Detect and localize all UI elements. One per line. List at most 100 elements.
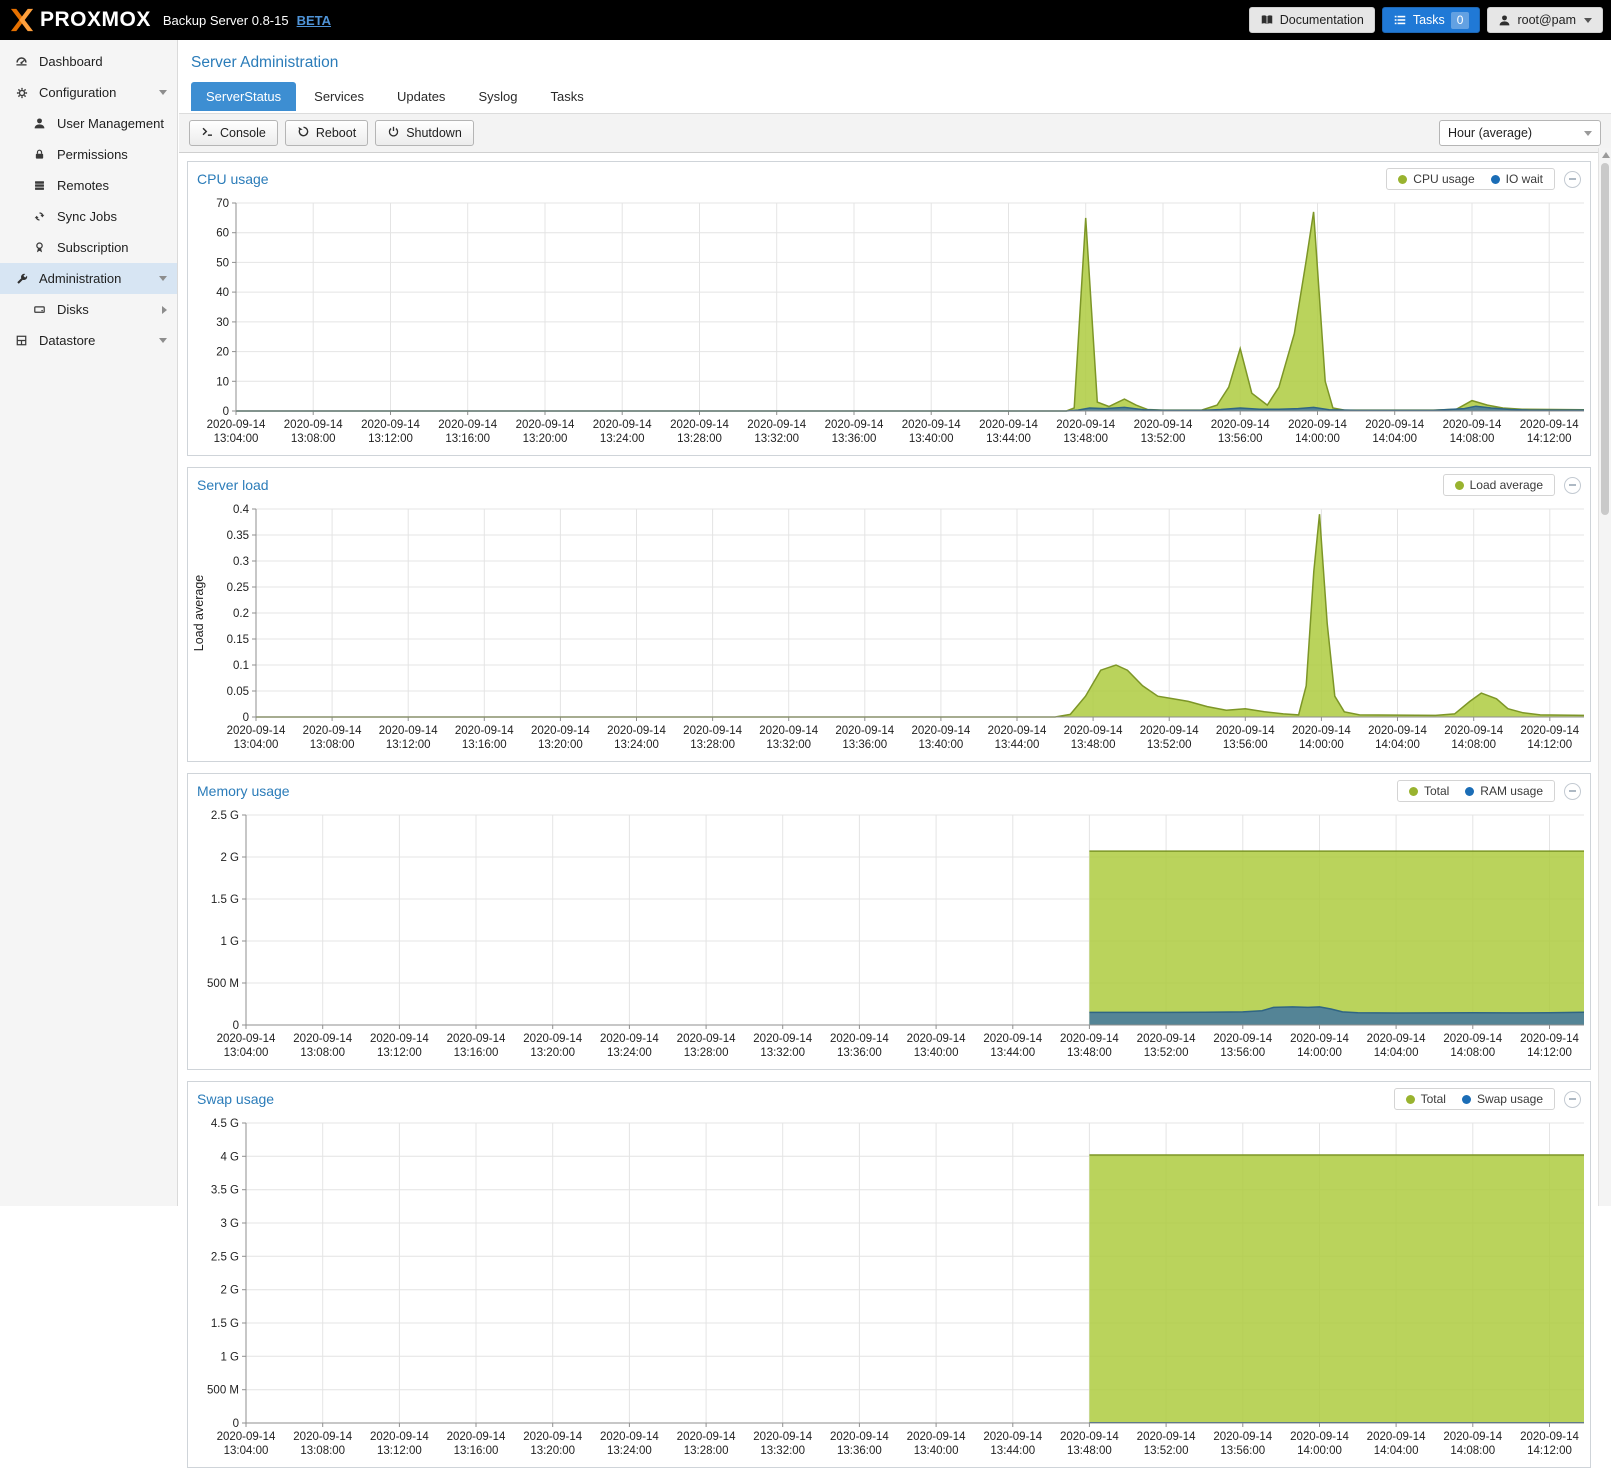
documentation-button[interactable]: Documentation xyxy=(1249,7,1375,33)
svg-text:13:24:00: 13:24:00 xyxy=(607,1047,652,1059)
svg-text:2020-09-14: 2020-09-14 xyxy=(207,419,266,431)
svg-text:13:32:00: 13:32:00 xyxy=(760,1047,805,1059)
sidebar-item-subscription[interactable]: Subscription xyxy=(0,232,177,263)
svg-text:13:08:00: 13:08:00 xyxy=(300,1445,345,1457)
svg-text:2020-09-14: 2020-09-14 xyxy=(1290,1431,1349,1443)
task-list-icon xyxy=(1393,13,1407,27)
svg-text:2020-09-14: 2020-09-14 xyxy=(1134,419,1193,431)
svg-text:13:48:00: 13:48:00 xyxy=(1067,1047,1112,1059)
tasks-button[interactable]: Tasks 0 xyxy=(1382,7,1481,33)
svg-text:13:28:00: 13:28:00 xyxy=(684,1445,729,1457)
svg-text:13:24:00: 13:24:00 xyxy=(607,1445,652,1457)
svg-text:0.4: 0.4 xyxy=(233,504,250,516)
sidebar-item-disks[interactable]: Disks xyxy=(0,294,177,325)
scrollbar[interactable] xyxy=(1598,148,1611,1206)
tab-services[interactable]: Services xyxy=(299,82,379,111)
scrollbar-thumb[interactable] xyxy=(1601,163,1609,515)
panel-header: CPU usage CPU usage IO wait xyxy=(188,162,1590,195)
svg-text:2020-09-14: 2020-09-14 xyxy=(677,1431,736,1443)
svg-text:13:20:00: 13:20:00 xyxy=(538,739,583,751)
beta-link[interactable]: BETA xyxy=(297,13,331,28)
scroll-up-arrow-icon[interactable] xyxy=(1602,152,1610,158)
svg-text:2020-09-14: 2020-09-14 xyxy=(1211,419,1270,431)
svg-text:13:52:00: 13:52:00 xyxy=(1147,739,1192,751)
panel-title: Memory usage xyxy=(197,783,1397,799)
legend-item-total[interactable]: Total xyxy=(1406,1092,1446,1106)
legend-item-cpu-usage[interactable]: CPU usage xyxy=(1398,172,1474,186)
svg-text:13:44:00: 13:44:00 xyxy=(995,739,1040,751)
timeframe-select[interactable]: Hour (average) xyxy=(1439,120,1601,146)
user-menu-button[interactable]: root@pam xyxy=(1487,7,1603,33)
chart-legend: Total RAM usage xyxy=(1397,780,1555,802)
svg-text:2020-09-14: 2020-09-14 xyxy=(370,1033,429,1045)
svg-text:3.5 G: 3.5 G xyxy=(211,1185,239,1197)
legend-label: CPU usage xyxy=(1413,172,1474,186)
svg-text:13:36:00: 13:36:00 xyxy=(832,433,877,445)
collapse-panel-button[interactable] xyxy=(1564,171,1581,188)
svg-text:13:36:00: 13:36:00 xyxy=(842,739,887,751)
svg-text:13:12:00: 13:12:00 xyxy=(368,433,413,445)
svg-text:13:04:00: 13:04:00 xyxy=(234,739,279,751)
sidebar-item-administration[interactable]: Administration xyxy=(0,263,177,294)
svg-text:2020-09-14: 2020-09-14 xyxy=(759,725,818,737)
svg-text:1.5 G: 1.5 G xyxy=(211,1318,239,1330)
shutdown-button[interactable]: Shutdown xyxy=(375,120,474,146)
tab-updates[interactable]: Updates xyxy=(382,82,460,111)
legend-item-total[interactable]: Total xyxy=(1409,784,1449,798)
reboot-button[interactable]: Reboot xyxy=(285,120,368,146)
svg-text:0: 0 xyxy=(233,1418,239,1430)
sidebar-item-datastore[interactable]: Datastore xyxy=(0,325,177,356)
tab-tasks[interactable]: Tasks xyxy=(535,82,598,111)
svg-text:2020-09-14: 2020-09-14 xyxy=(370,1431,429,1443)
tasks-count-badge: 0 xyxy=(1451,12,1470,29)
svg-text:Load average: Load average xyxy=(192,575,206,652)
svg-text:13:36:00: 13:36:00 xyxy=(837,1445,882,1457)
page-title: Server Administration xyxy=(179,40,1611,82)
tab-syslog[interactable]: Syslog xyxy=(463,82,532,111)
svg-text:0: 0 xyxy=(243,712,249,724)
svg-text:2020-09-14: 2020-09-14 xyxy=(293,1033,352,1045)
svg-text:2020-09-14: 2020-09-14 xyxy=(1288,419,1347,431)
svg-text:2020-09-14: 2020-09-14 xyxy=(677,1033,736,1045)
power-icon xyxy=(387,125,400,141)
panels-scroll-area: CPU usage CPU usage IO wait 2020-09-14 13… xyxy=(179,153,1611,1476)
svg-text:13:40:00: 13:40:00 xyxy=(914,1445,959,1457)
svg-text:2020-09-14: 2020-09-14 xyxy=(1140,725,1199,737)
svg-text:2020-09-14: 2020-09-14 xyxy=(447,1431,506,1443)
svg-text:2020-09-14: 2020-09-14 xyxy=(1520,1033,1579,1045)
proxmox-logo-icon xyxy=(8,6,36,34)
legend-label: Swap usage xyxy=(1477,1092,1543,1106)
svg-text:2020-09-14: 2020-09-14 xyxy=(600,1033,659,1045)
legend-dot xyxy=(1455,481,1464,490)
sidebar-item-dashboard[interactable]: Dashboard xyxy=(0,46,177,77)
toolbar: Console Reboot Shutdown Hour (average) xyxy=(179,113,1611,153)
legend-item-ram-usage[interactable]: RAM usage xyxy=(1465,784,1543,798)
svg-text:13:32:00: 13:32:00 xyxy=(766,739,811,751)
svg-text:14:08:00: 14:08:00 xyxy=(1450,1445,1495,1457)
legend-item-swap-usage[interactable]: Swap usage xyxy=(1462,1092,1543,1106)
sidebar-item-configuration[interactable]: Configuration xyxy=(0,77,177,108)
sidebar-item-sync-jobs[interactable]: Sync Jobs xyxy=(0,201,177,232)
svg-text:13:40:00: 13:40:00 xyxy=(909,433,954,445)
console-button[interactable]: Console xyxy=(189,120,278,146)
svg-text:2020-09-14: 2020-09-14 xyxy=(1520,725,1579,737)
legend-label: Total xyxy=(1421,1092,1446,1106)
svg-text:4 G: 4 G xyxy=(220,1151,239,1163)
sidebar-item-user-management[interactable]: User Management xyxy=(0,108,177,139)
collapse-panel-button[interactable] xyxy=(1564,783,1581,800)
sidebar-item-permissions[interactable]: Permissions xyxy=(0,139,177,170)
sidebar-item-remotes[interactable]: Remotes xyxy=(0,170,177,201)
svg-text:0.15: 0.15 xyxy=(227,634,249,646)
legend-label: Load average xyxy=(1470,478,1543,492)
legend-item-load-average[interactable]: Load average xyxy=(1455,478,1543,492)
legend-item-io-wait[interactable]: IO wait xyxy=(1491,172,1543,186)
svg-text:13:52:00: 13:52:00 xyxy=(1144,1445,1189,1457)
timeframe-value: Hour (average) xyxy=(1448,126,1532,140)
svg-text:13:04:00: 13:04:00 xyxy=(214,433,259,445)
collapse-panel-button[interactable] xyxy=(1564,1091,1581,1108)
tab-serverstatus[interactable]: ServerStatus xyxy=(191,82,296,111)
disk-icon xyxy=(31,303,48,316)
svg-text:2020-09-14: 2020-09-14 xyxy=(523,1431,582,1443)
collapse-panel-button[interactable] xyxy=(1564,477,1581,494)
product-version: Backup Server 0.8-15 xyxy=(163,13,289,28)
